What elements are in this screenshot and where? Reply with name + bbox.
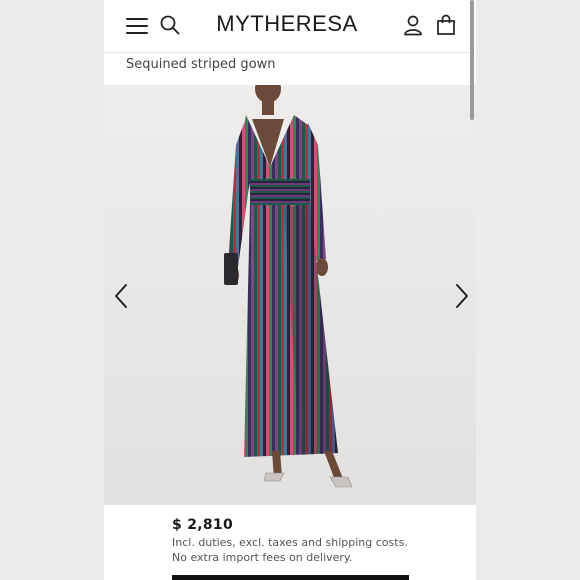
search-icon[interactable]: [160, 15, 180, 35]
price-note-import-fees: No extra import fees on delivery.: [172, 551, 353, 564]
user-icon[interactable]: [402, 14, 424, 36]
app-screen: MYTHERESA Sequined striped gown $ 2,810 …: [104, 0, 476, 580]
header-divider: [104, 52, 476, 53]
chevron-left-icon[interactable]: [110, 281, 134, 311]
price-note-duties: Incl. duties, excl. taxes and shipping c…: [172, 536, 408, 549]
hamburger-menu-icon[interactable]: [126, 18, 148, 34]
product-image: [104, 85, 476, 505]
add-to-bag-button[interactable]: [172, 575, 409, 580]
product-price: $ 2,810: [172, 517, 233, 533]
shopping-bag-icon[interactable]: [435, 14, 457, 36]
chevron-right-icon[interactable]: [449, 281, 473, 311]
product-image-gallery[interactable]: [104, 85, 476, 505]
top-navigation-bar: MYTHERESA: [104, 0, 476, 52]
scrollbar[interactable]: [470, 0, 474, 120]
brand-logo[interactable]: MYTHERESA: [212, 11, 362, 37]
product-title: Sequined striped gown: [126, 57, 276, 72]
